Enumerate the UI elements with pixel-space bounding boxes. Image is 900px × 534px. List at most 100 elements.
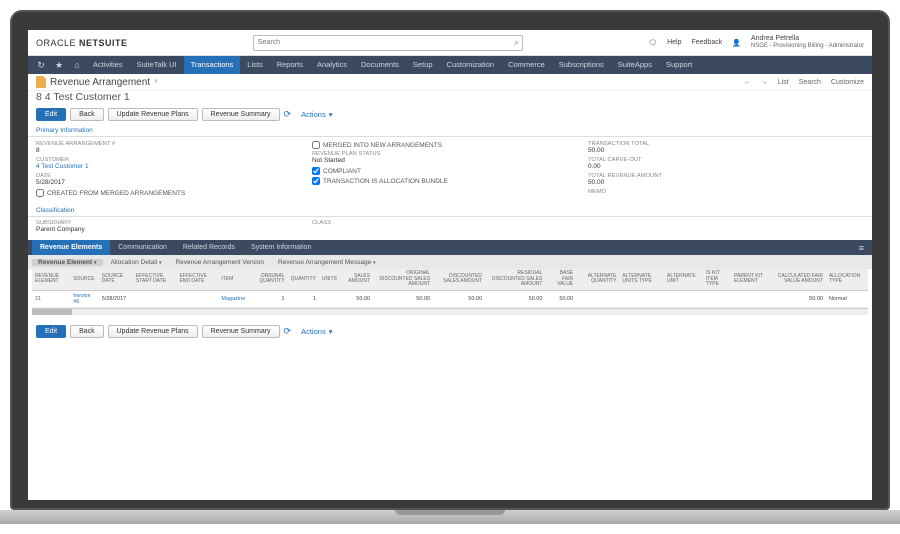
nav-support[interactable]: Support <box>659 56 699 74</box>
history-icon[interactable]: ↻ <box>32 60 50 71</box>
edit-button[interactable]: Edit <box>36 108 66 121</box>
customer-link[interactable]: 4 Test Customer 1 <box>36 163 312 170</box>
cell-element[interactable]: 21 <box>32 290 70 307</box>
next-record-icon[interactable]: → <box>761 79 768 86</box>
col-alt-ut[interactable]: ALTERNATE UNITS TYPE <box>619 269 664 290</box>
cell-alt-qty <box>576 290 619 307</box>
col-calc-fv[interactable]: CALCULATED FAIR VALUE AMOUNT <box>770 269 826 290</box>
refresh-icon-bottom[interactable]: ⟳ <box>284 326 292 337</box>
arrangement-num: 8 <box>36 147 312 154</box>
nav-lists[interactable]: Lists <box>240 56 269 74</box>
tab-communication[interactable]: Communication <box>110 240 175 255</box>
col-units[interactable]: UNITS <box>319 269 340 290</box>
cell-alloc: Normal <box>826 290 868 307</box>
created-merged-label: CREATED FROM MERGED ARRANGEMENTS <box>47 190 185 197</box>
col-sales[interactable]: SALES AMOUNT <box>340 269 373 290</box>
cell-parent-kit <box>731 290 770 307</box>
record-subtitle: 8 4 Test Customer 1 <box>28 91 872 106</box>
col-kit[interactable]: IS KIT ITEM TYPE <box>703 269 731 290</box>
col-base-fv[interactable]: BASE FAIR VALUE <box>545 269 576 290</box>
search-icon[interactable]: ⌕ <box>514 37 519 48</box>
cell-sales: 50.00 <box>340 290 373 307</box>
feedback-link[interactable]: Feedback <box>691 39 722 46</box>
merged-new-checkbox[interactable] <box>312 141 320 149</box>
subtab-revenue-element[interactable]: Revenue Element ▾ <box>32 259 103 266</box>
col-resid[interactable]: RESIDUAL DISCOUNTED SALES AMOUNT <box>485 269 545 290</box>
help-link[interactable]: Help <box>667 39 681 46</box>
created-merged-checkbox[interactable] <box>36 189 44 197</box>
revenue-summary-button[interactable]: Revenue Summary <box>202 108 280 121</box>
compliant-checkbox[interactable] <box>312 167 320 175</box>
tab-revenue-elements[interactable]: Revenue Elements <box>32 240 110 255</box>
quick-search-icon[interactable]: ⌕ <box>154 78 158 86</box>
user-icon[interactable]: 👤 <box>732 39 741 47</box>
col-alloc[interactable]: ALLOCATION TYPE <box>826 269 868 290</box>
col-qty[interactable]: QUANTITY <box>288 269 319 290</box>
tab-system-info[interactable]: System Information <box>243 240 319 255</box>
col-orig-qty[interactable]: ORIGINAL QUANTITY <box>248 269 287 290</box>
col-eff-start[interactable]: EFFECTIVE START DATE <box>133 269 177 290</box>
global-search-input[interactable] <box>253 35 523 51</box>
nav-activities[interactable]: Activities <box>86 56 130 74</box>
customize-link[interactable]: Customize <box>831 79 864 86</box>
nav-suiteapps[interactable]: SuiteApps <box>611 56 659 74</box>
col-alt-qty[interactable]: ALTERNATE QUANTITY <box>576 269 619 290</box>
edit-button-bottom[interactable]: Edit <box>36 325 66 338</box>
record-type-icon <box>36 76 46 88</box>
main-nav: ↻ ★ ⌂ Activities SuiteTalk UI Transactio… <box>28 56 872 74</box>
table-row[interactable]: 21 Invoice #6 5/28/2017 Magazine 1 1 50.… <box>32 290 868 307</box>
prev-record-icon[interactable]: ← <box>744 79 751 86</box>
update-plans-button[interactable]: Update Revenue Plans <box>108 108 198 121</box>
col-disc[interactable]: DISCOUNTED SALES AMOUNT <box>433 269 485 290</box>
subtab-arrangement-version[interactable]: Revenue Arrangement Version <box>169 259 270 266</box>
refresh-icon[interactable]: ⟳ <box>284 109 292 120</box>
back-button[interactable]: Back <box>70 108 104 121</box>
nav-transactions[interactable]: Transactions <box>184 56 241 74</box>
nav-commerce[interactable]: Commerce <box>501 56 552 74</box>
search-link[interactable]: Search <box>799 79 821 86</box>
subtab-arrangement-message[interactable]: Revenue Arrangement Message ▾ <box>272 259 382 266</box>
cell-orig-disc: 50.00 <box>373 290 433 307</box>
help-icon[interactable]: 🗨 <box>648 39 657 47</box>
col-item[interactable]: ITEM <box>218 269 248 290</box>
nav-suitetalk[interactable]: SuiteTalk UI <box>130 56 184 74</box>
class-label: CLASS <box>312 220 588 226</box>
col-orig-disc[interactable]: ORIGINAL DISCOUNTED SALES AMOUNT <box>373 269 433 290</box>
favorites-icon[interactable]: ★ <box>50 60 68 71</box>
nav-customization[interactable]: Customization <box>440 56 502 74</box>
back-button-bottom[interactable]: Back <box>70 325 104 338</box>
nav-reports[interactable]: Reports <box>270 56 310 74</box>
col-source[interactable]: SOURCE <box>70 269 99 290</box>
nav-setup[interactable]: Setup <box>406 56 440 74</box>
col-parent-kit[interactable]: PARENT KIT ELEMENT <box>731 269 770 290</box>
nav-documents[interactable]: Documents <box>354 56 406 74</box>
tab-related-records[interactable]: Related Records <box>175 240 243 255</box>
revenue-summary-button-bottom[interactable]: Revenue Summary <box>202 325 280 338</box>
col-source-date[interactable]: SOURCE DATE <box>99 269 133 290</box>
horizontal-scrollbar[interactable] <box>32 309 868 315</box>
memo-label: MEMO <box>588 189 864 195</box>
cell-calc-fv: 50.00 <box>770 290 826 307</box>
update-plans-button-bottom[interactable]: Update Revenue Plans <box>108 325 198 338</box>
col-alt-u[interactable]: ALTERNATE UNIT <box>664 269 703 290</box>
classification-header: Classification <box>28 205 872 217</box>
scrollbar-thumb[interactable] <box>32 309 72 315</box>
cell-source[interactable]: Invoice #6 <box>70 290 99 307</box>
chevron-down-icon: ▾ <box>329 327 333 336</box>
cell-units <box>319 290 340 307</box>
alloc-bundle-checkbox[interactable] <box>312 177 320 185</box>
revenue-amount: 50.00 <box>588 179 864 186</box>
nav-analytics[interactable]: Analytics <box>310 56 354 74</box>
hamburger-icon[interactable]: ≡ <box>859 243 868 253</box>
col-eff-end[interactable]: EFFECTIVE END DATE <box>176 269 218 290</box>
cell-item[interactable]: Magazine <box>218 290 248 307</box>
home-icon[interactable]: ⌂ <box>68 60 86 70</box>
actions-menu-bottom[interactable]: Actions ▾ <box>295 327 332 336</box>
subtab-allocation-detail[interactable]: Allocation Detail ▾ <box>105 259 168 266</box>
list-link[interactable]: List <box>778 79 789 86</box>
user-menu[interactable]: Andrea Petrella NSGE - Provisioning Bill… <box>751 35 864 49</box>
nav-subscriptions[interactable]: Subscriptions <box>552 56 611 74</box>
col-revenue-element[interactable]: REVENUE ELEMENT <box>32 269 70 290</box>
chevron-down-icon: ▾ <box>329 110 333 119</box>
actions-menu[interactable]: Actions ▾ <box>295 110 332 119</box>
